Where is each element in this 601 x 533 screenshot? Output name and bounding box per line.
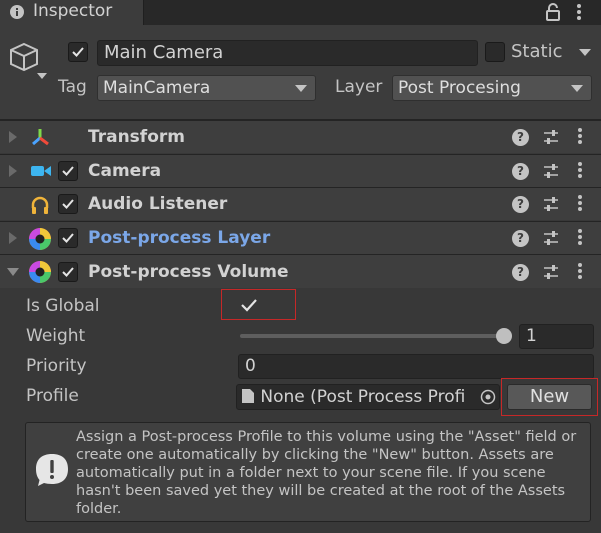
component-label: Post-process Layer	[88, 228, 271, 248]
is-global-highlight	[221, 289, 296, 320]
weight-label: Weight	[26, 326, 86, 346]
file-icon	[241, 387, 255, 403]
tag-label: Tag	[58, 77, 87, 97]
layer-value: Post Procesing	[398, 78, 521, 98]
tag-value: MainCamera	[103, 78, 211, 98]
chevron-down-icon	[295, 85, 307, 92]
weight-slider-track[interactable]	[240, 334, 504, 338]
help-icon[interactable]: ?	[512, 196, 529, 213]
info-icon	[35, 453, 69, 487]
preset-sliders-icon[interactable]	[543, 163, 559, 179]
layer-label: Layer	[335, 77, 383, 97]
help-icon[interactable]: ?	[512, 264, 529, 281]
component-transform[interactable]: Transform ?	[0, 120, 601, 153]
preset-sliders-icon[interactable]	[543, 196, 559, 212]
preset-sliders-icon[interactable]	[543, 264, 559, 280]
icon-dropdown-caret-icon[interactable]	[37, 73, 47, 79]
post-process-layer-enabled-checkbox[interactable]	[58, 228, 78, 248]
foldout-arrow-icon[interactable]	[9, 165, 17, 177]
info-icon	[9, 4, 25, 20]
lock-icon[interactable]	[546, 3, 560, 21]
object-picker-icon[interactable]	[480, 389, 496, 405]
headphones-icon	[30, 195, 50, 215]
profile-value: None (Post Process Profi	[260, 387, 466, 407]
static-checkbox[interactable]	[485, 42, 505, 62]
preset-sliders-icon[interactable]	[543, 129, 559, 145]
info-helpbox: Assign a Post-process Profile to this vo…	[25, 422, 591, 522]
is-global-checkbox[interactable]	[240, 296, 258, 314]
tag-dropdown[interactable]: MainCamera	[97, 75, 316, 101]
preset-sliders-icon[interactable]	[543, 230, 559, 246]
window-menu-icon[interactable]	[576, 3, 582, 23]
camera-icon	[30, 163, 52, 179]
object-name-field[interactable]: Main Camera	[97, 40, 478, 66]
transform-icon	[30, 127, 50, 147]
post-process-aperture-icon	[28, 227, 52, 251]
component-menu-icon[interactable]	[577, 161, 583, 181]
profile-object-field[interactable]: None (Post Process Profi	[236, 384, 500, 410]
component-menu-icon[interactable]	[577, 262, 583, 282]
component-menu-icon[interactable]	[577, 228, 583, 248]
component-camera[interactable]: Camera ?	[0, 154, 601, 187]
component-label: Transform	[88, 127, 185, 147]
is-global-label: Is Global	[26, 296, 100, 316]
help-icon[interactable]: ?	[512, 129, 529, 146]
post-process-aperture-icon	[28, 260, 52, 284]
component-menu-icon[interactable]	[577, 127, 583, 147]
weight-slider-thumb[interactable]	[496, 328, 512, 344]
priority-field[interactable]: 0	[238, 354, 594, 379]
component-post-process-layer[interactable]: Post-process Layer ?	[0, 221, 601, 254]
layer-dropdown[interactable]: Post Procesing	[392, 75, 592, 101]
foldout-arrow-icon[interactable]	[7, 268, 19, 276]
active-checkbox[interactable]	[68, 42, 88, 62]
tab-label: Inspector	[33, 1, 113, 21]
component-menu-icon[interactable]	[577, 194, 583, 214]
title-bar: Inspector	[0, 0, 601, 25]
camera-enabled-checkbox[interactable]	[58, 161, 78, 181]
inspector-tab[interactable]: Inspector	[0, 0, 144, 25]
static-dropdown-caret-icon[interactable]	[579, 49, 591, 56]
weight-field[interactable]: 1	[519, 324, 594, 349]
post-process-volume-enabled-checkbox[interactable]	[58, 262, 78, 282]
static-label: Static	[511, 41, 563, 62]
foldout-arrow-icon[interactable]	[9, 232, 17, 244]
foldout-arrow-icon[interactable]	[9, 131, 17, 143]
component-label: Post-process Volume	[88, 262, 289, 282]
profile-label: Profile	[26, 386, 79, 406]
gameobject-cube-icon[interactable]	[8, 41, 40, 73]
inspector-header: Main Camera Static Tag MainCamera Layer …	[0, 25, 601, 120]
helpbox-text: Assign a Post-process Profile to this vo…	[76, 429, 577, 517]
audio-listener-enabled-checkbox[interactable]	[58, 194, 78, 214]
component-label: Camera	[88, 161, 162, 181]
help-icon[interactable]: ?	[512, 163, 529, 180]
chevron-down-icon	[571, 85, 583, 92]
component-audio-listener[interactable]: Audio Listener ?	[0, 187, 601, 220]
component-post-process-volume[interactable]: Post-process Volume ?	[0, 254, 601, 288]
component-label: Audio Listener	[88, 194, 228, 214]
help-icon[interactable]: ?	[512, 230, 529, 247]
priority-label: Priority	[26, 356, 87, 376]
new-profile-button[interactable]: New	[507, 384, 592, 410]
